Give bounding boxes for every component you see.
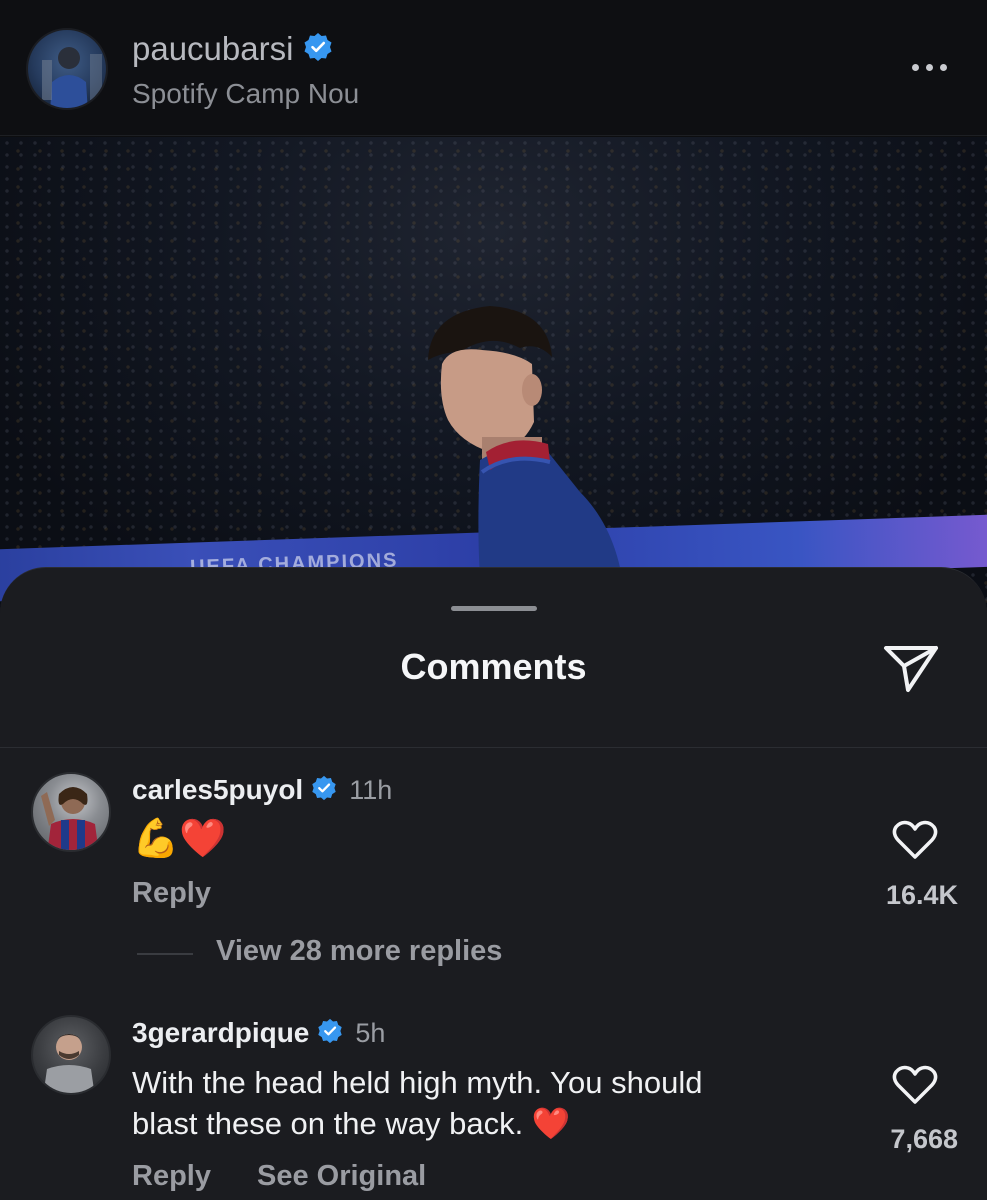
header-user: paucubarsi (132, 30, 333, 68)
comment-text-line2: blast these on the way back. ❤️ (132, 1106, 571, 1141)
verified-badge-icon (303, 32, 333, 67)
see-original-button[interactable]: See Original (257, 1160, 426, 1193)
like-heart-icon[interactable] (892, 1064, 938, 1106)
more-options-icon[interactable] (904, 52, 954, 82)
comment-username[interactable]: carles5puyol (132, 774, 303, 806)
like-heart-icon[interactable] (892, 819, 938, 861)
avatar-3gerardpique[interactable] (31, 1015, 111, 1095)
like-count: 7,668 (890, 1124, 958, 1154)
reply-button[interactable]: Reply (132, 877, 211, 910)
header-location[interactable]: Spotify Camp Nou (132, 78, 359, 110)
comment-time: 11h (349, 774, 393, 805)
avatar-carles5puyol[interactable] (31, 772, 111, 852)
avatar[interactable] (26, 28, 108, 110)
comment-time: 5h (355, 1017, 386, 1048)
header-username[interactable]: paucubarsi (132, 30, 293, 68)
send-icon[interactable] (880, 640, 942, 696)
comment-text: 💪❤️ (132, 818, 227, 860)
comment-text-line1: With the head held high myth. You should (132, 1065, 703, 1100)
sheet-title: Comments (400, 646, 587, 687)
verified-badge-icon (317, 1018, 343, 1049)
verified-badge-icon (311, 775, 337, 806)
comments-sheet: Comments carles5puyol 11h 💪❤️ Reply 16.4… (0, 567, 987, 1200)
divider (0, 747, 987, 748)
player-figure (428, 306, 625, 602)
replies-line (137, 953, 193, 955)
comment-username[interactable]: 3gerardpique (132, 1017, 309, 1049)
comment-header: 3gerardpique 5h (132, 1017, 385, 1049)
drag-handle[interactable] (451, 606, 537, 611)
view-more-replies-button[interactable]: View 28 more replies (216, 935, 502, 968)
post-image[interactable]: UEFA CHAMPIONS (0, 137, 987, 607)
post-header: paucubarsi Spotify Camp Nou (0, 0, 987, 136)
reply-button[interactable]: Reply (132, 1160, 211, 1193)
like-count: 16.4K (885, 880, 958, 910)
comment-header: carles5puyol 11h (132, 774, 392, 806)
